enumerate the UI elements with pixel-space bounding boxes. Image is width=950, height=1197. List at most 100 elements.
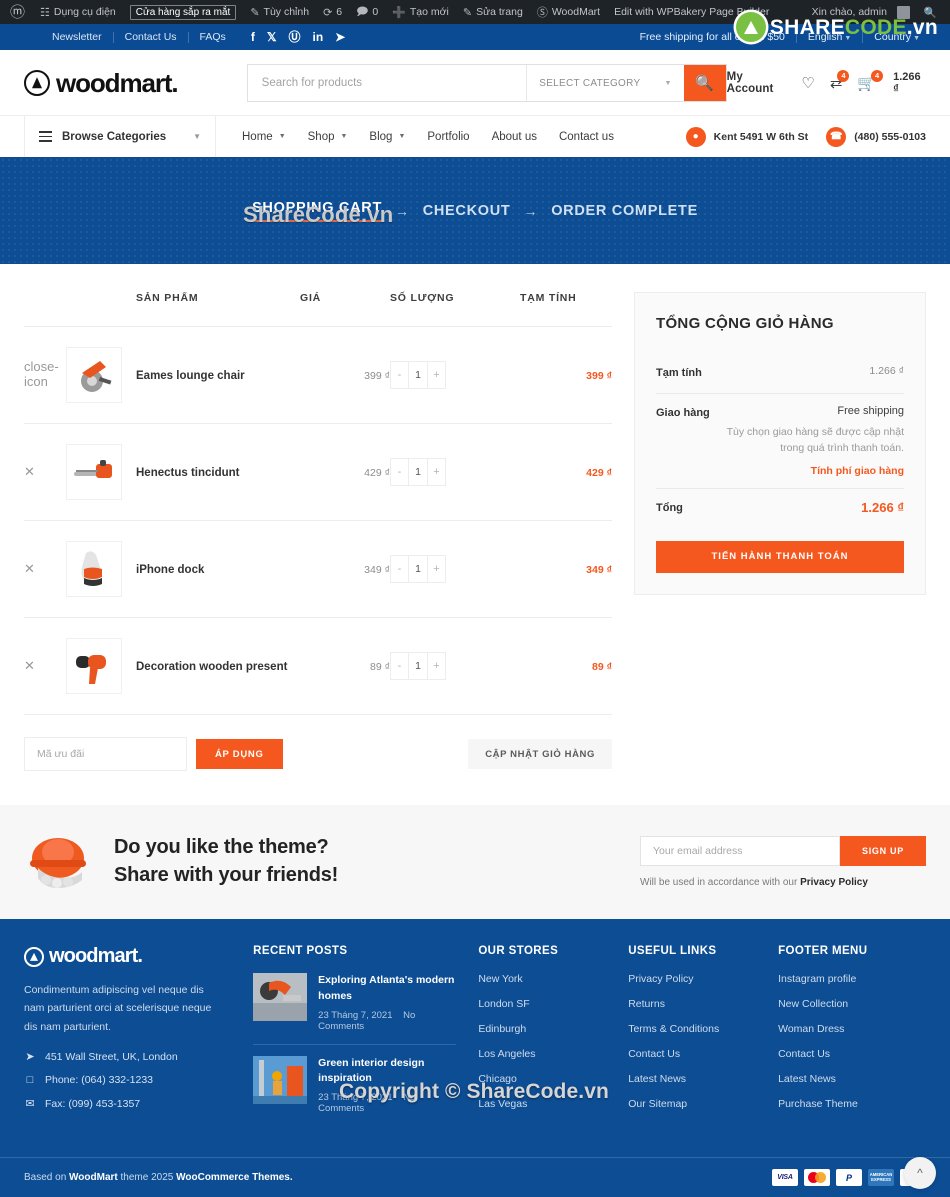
- x-icon[interactable]: 𝕏: [267, 31, 277, 43]
- useful-link-sitemap[interactable]: Our Sitemap: [628, 1098, 778, 1110]
- store-link-london-sf[interactable]: London SF: [478, 998, 628, 1010]
- my-account-link[interactable]: My Account: [727, 71, 787, 95]
- product-thumbnail[interactable]: [66, 638, 122, 694]
- search-button[interactable]: 🔍: [683, 65, 726, 101]
- store-link-new-york[interactable]: New York: [478, 973, 628, 985]
- product-thumbnail[interactable]: [66, 444, 122, 500]
- close-icon[interactable]: ✕: [24, 658, 35, 674]
- nav-item-contact-us[interactable]: Contact us: [559, 131, 614, 143]
- wordpress-icon[interactable]: ⓜ: [6, 0, 33, 24]
- useful-link-contact-us[interactable]: Contact Us: [628, 1048, 778, 1060]
- quantity-stepper[interactable]: - 1 +: [390, 458, 446, 486]
- store-phone[interactable]: ☎ (480) 555-0103: [826, 126, 926, 147]
- quantity-increase-button[interactable]: +: [428, 459, 445, 485]
- admin-bar-item-coming-soon[interactable]: Cửa hàng sắp ra mắt: [123, 0, 244, 24]
- facebook-icon[interactable]: f: [251, 31, 255, 43]
- step-checkout[interactable]: CHECKOUT: [423, 203, 511, 219]
- country-switcher[interactable]: Country ▼: [863, 31, 926, 43]
- scroll-to-top-button[interactable]: ^: [904, 1157, 936, 1189]
- quantity-stepper[interactable]: - 1 +: [390, 652, 446, 680]
- quantity-decrease-button[interactable]: -: [391, 653, 408, 679]
- close-icon[interactable]: ✕: [24, 561, 35, 577]
- product-name[interactable]: Decoration wooden present: [136, 661, 287, 673]
- quantity-value[interactable]: 1: [408, 653, 428, 679]
- footer-menu-instagram-profile[interactable]: Instagram profile: [778, 973, 926, 985]
- quantity-increase-button[interactable]: +: [428, 556, 445, 582]
- quantity-decrease-button[interactable]: -: [391, 362, 408, 388]
- apply-coupon-button[interactable]: ÁP DỤNG: [196, 739, 283, 769]
- store-link-chicago[interactable]: Chicago: [478, 1073, 628, 1085]
- topbar-link-faqs[interactable]: FAQs: [189, 31, 237, 43]
- footer-menu-latest-news[interactable]: Latest News: [778, 1073, 926, 1085]
- update-cart-button[interactable]: CẬP NHẬT GIỎ HÀNG: [468, 739, 612, 769]
- footer-menu-new-collection[interactable]: New Collection: [778, 998, 926, 1010]
- search-input[interactable]: [247, 65, 527, 101]
- nav-item-blog[interactable]: Blog ▼: [369, 131, 405, 143]
- useful-link-privacy-policy[interactable]: Privacy Policy: [628, 973, 778, 985]
- admin-bar-greeting[interactable]: Xin chào, admin: [805, 0, 917, 24]
- store-link-edinburgh[interactable]: Edinburgh: [478, 1023, 628, 1035]
- admin-bar-item-new[interactable]: ➕ Tạo mới: [385, 0, 456, 24]
- quantity-decrease-button[interactable]: -: [391, 556, 408, 582]
- quantity-stepper[interactable]: - 1 +: [390, 555, 446, 583]
- pinterest-icon[interactable]: Ⓤ: [288, 31, 300, 43]
- quantity-stepper[interactable]: - 1 +: [390, 361, 446, 389]
- store-address[interactable]: ● Kent 5491 W 6th St: [685, 126, 808, 147]
- post-title[interactable]: Exploring Atlanta's modern homes: [318, 973, 456, 1005]
- product-thumbnail[interactable]: [66, 541, 122, 597]
- admin-bar-item-updates[interactable]: ⟳ 6: [316, 0, 349, 24]
- topbar-link-newsletter[interactable]: Newsletter: [28, 31, 114, 43]
- nav-item-shop[interactable]: Shop ▼: [308, 131, 348, 143]
- step-order-complete[interactable]: ORDER COMPLETE: [551, 203, 698, 219]
- site-logo[interactable]: woodmart.: [24, 68, 223, 99]
- step-shopping-cart[interactable]: SHOPPING CART: [252, 200, 383, 222]
- list-item[interactable]: Green interior design inspiration 23 Thá…: [253, 1055, 456, 1127]
- quantity-value[interactable]: 1: [408, 556, 428, 582]
- heart-icon[interactable]: ♡: [801, 76, 814, 91]
- admin-bar-item-woodmart[interactable]: Ⓢ WoodMart: [530, 0, 607, 24]
- admin-bar-item-edit-page[interactable]: ✎ Sửa trang: [456, 0, 530, 24]
- privacy-policy-link[interactable]: Privacy Policy: [800, 877, 868, 888]
- quantity-decrease-button[interactable]: -: [391, 459, 408, 485]
- coupon-input[interactable]: [24, 737, 187, 771]
- language-switcher[interactable]: English ▼: [797, 31, 864, 43]
- nav-item-home[interactable]: Home ▼: [242, 131, 286, 143]
- footer-menu-woman-dress[interactable]: Woman Dress: [778, 1023, 926, 1035]
- admin-bar-item-site[interactable]: ☷ Dụng cụ điện: [33, 0, 123, 24]
- cart-icon[interactable]: 🛒 4: [857, 69, 884, 91]
- topbar-link-contact[interactable]: Contact Us: [114, 31, 189, 43]
- quantity-increase-button[interactable]: +: [428, 653, 445, 679]
- product-name[interactable]: Eames lounge chair: [136, 370, 245, 382]
- quantity-increase-button[interactable]: +: [428, 362, 445, 388]
- product-name[interactable]: iPhone dock: [136, 564, 204, 576]
- close-icon[interactable]: ✕: [24, 464, 35, 480]
- proceed-to-checkout-button[interactable]: TIẾN HÀNH THANH TOÁN: [656, 540, 904, 573]
- sign-up-button[interactable]: SIGN UP: [840, 836, 926, 866]
- footer-menu-contact-us[interactable]: Contact Us: [778, 1048, 926, 1060]
- calculate-shipping-link[interactable]: Tính phí giao hàng: [714, 465, 904, 477]
- post-title[interactable]: Green interior design inspiration: [318, 1056, 456, 1088]
- email-field[interactable]: [640, 836, 840, 866]
- useful-link-terms[interactable]: Terms & Conditions: [628, 1023, 778, 1035]
- store-link-los-angeles[interactable]: Los Angeles: [478, 1048, 628, 1060]
- admin-bar-item-comments[interactable]: 🗩 0: [349, 0, 385, 24]
- product-thumbnail[interactable]: [66, 347, 122, 403]
- product-name[interactable]: Henectus tincidunt: [136, 467, 240, 479]
- close-icon[interactable]: close-icon: [24, 359, 66, 389]
- linkedin-icon[interactable]: in: [313, 31, 324, 43]
- quantity-value[interactable]: 1: [408, 362, 428, 388]
- compare-icon[interactable]: ⇄ 4: [830, 69, 850, 91]
- nav-item-about-us[interactable]: About us: [492, 131, 537, 143]
- store-link-las-vegas[interactable]: Las Vegas: [478, 1098, 628, 1110]
- telegram-icon[interactable]: ➤: [335, 31, 345, 43]
- browse-categories-button[interactable]: Browse Categories ▼: [24, 116, 216, 157]
- quantity-value[interactable]: 1: [408, 459, 428, 485]
- footer-logo[interactable]: woodmart.: [24, 945, 225, 968]
- footer-menu-purchase-theme[interactable]: Purchase Theme: [778, 1098, 926, 1110]
- useful-link-returns[interactable]: Returns: [628, 998, 778, 1010]
- admin-bar-item-customize[interactable]: ✎ Tùy chỉnh: [243, 0, 316, 24]
- category-select[interactable]: SELECT CATEGORY ▼: [526, 65, 683, 101]
- admin-bar-item-wpbakery[interactable]: Edit with WPBakery Page Builder: [607, 0, 776, 24]
- search-icon[interactable]: 🔍: [917, 0, 944, 24]
- list-item[interactable]: Exploring Atlanta's modern homes 23 Thán…: [253, 973, 457, 1045]
